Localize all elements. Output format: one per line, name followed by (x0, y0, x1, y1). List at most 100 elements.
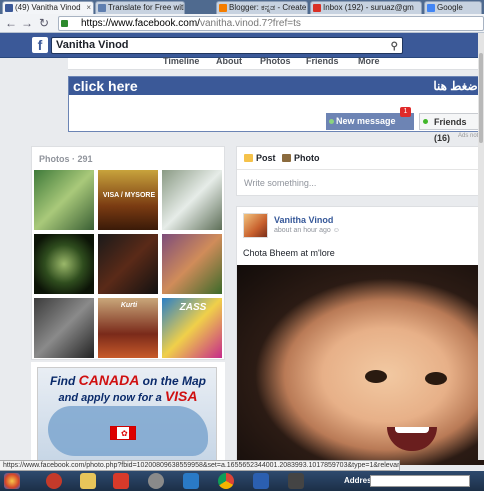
photos-panel: Photos · 291 VISA / MYSORE Kurti ZASS (31, 146, 225, 360)
post-author[interactable]: Vanitha Vinod (274, 215, 333, 225)
url-host: https://www.facebook.com/ (81, 18, 200, 29)
photos-count: · 291 (72, 154, 93, 164)
photo-thumbnail[interactable] (97, 233, 159, 295)
photos-app-icon[interactable] (183, 473, 199, 489)
tab-google[interactable]: Google (424, 1, 482, 14)
photo-detail (365, 370, 387, 383)
os-taskbar: Address (0, 471, 484, 491)
tab-blogger[interactable]: Blogger: ಕನ್ನಡ - Create (216, 1, 308, 14)
tab-label: Google (437, 3, 463, 12)
facebook-logo-icon[interactable]: f (32, 37, 48, 53)
nav-photos[interactable]: Photos (260, 56, 291, 66)
media-player-icon[interactable] (113, 473, 129, 489)
tab-label: (49) Vanitha Vinod (15, 3, 81, 12)
search-value: Vanitha Vinod (56, 39, 129, 51)
post-photo[interactable] (237, 265, 484, 465)
maple-leaf-icon: ✿ (121, 429, 128, 438)
online-dot-icon (329, 119, 334, 124)
friends-label: Friends (16) (434, 117, 467, 143)
avatar[interactable] (243, 213, 268, 238)
photo-caption: VISA / MYSORE (102, 192, 156, 199)
forward-arrow-icon[interactable]: → (20, 16, 34, 30)
photo-tab-label: Photo (294, 153, 320, 163)
ad-image[interactable]: Find CANADA on the Map and apply now for… (37, 367, 217, 462)
search-input[interactable]: Vanitha Vinod ⚲ (51, 37, 403, 54)
friends-button[interactable]: Friends (16) (419, 113, 484, 143)
status-input[interactable]: Write something... (244, 178, 316, 188)
close-icon[interactable]: × (86, 2, 91, 13)
post-composer: Post Photo Write something... (236, 146, 484, 196)
taskbar-address-input[interactable] (370, 475, 470, 487)
tab-label: Blogger: ಕನ್ನಡ - Create (229, 3, 307, 12)
canada-visa-ad[interactable]: Find CANADA on the Map and apply now for… (31, 362, 225, 462)
photo-thumbnail[interactable] (33, 169, 95, 231)
photo-thumbnail[interactable] (161, 233, 223, 295)
facebook-header: f Vanitha Vinod ⚲ (0, 33, 484, 58)
tab-translate[interactable]: Translate for Free with Ka (95, 1, 185, 14)
nav-more[interactable]: More (358, 56, 380, 66)
photo-thumbnail[interactable] (33, 297, 95, 359)
chrome-icon[interactable] (218, 473, 234, 489)
ad-line-2: and apply now for a VISA (58, 388, 198, 404)
start-button-icon[interactable] (4, 473, 20, 489)
facebook-favicon-icon (5, 4, 13, 12)
composer-tab-post[interactable]: Post (244, 153, 276, 163)
photo-thumbnail[interactable] (33, 233, 95, 295)
explorer-icon[interactable] (288, 473, 304, 489)
pencil-icon (244, 154, 253, 162)
lock-icon (61, 20, 68, 27)
nav-timeline[interactable]: Timeline (163, 56, 199, 66)
timeline-post: Vanitha Vinod about an hour ago ☺ Chota … (236, 206, 484, 465)
settings-app-icon[interactable] (148, 473, 164, 489)
gmail-favicon-icon (313, 4, 321, 12)
composer-tab-photo[interactable]: Photo (282, 153, 320, 163)
photo-thumbnail[interactable]: ZASS (161, 297, 223, 359)
profile-nav: Timeline About Photos Friends More (68, 56, 484, 70)
blogger-favicon-icon (219, 4, 227, 12)
post-time-text: about an hour ago (274, 227, 331, 234)
status-bar-url: https://www.facebook.com/photo.php?fbid=… (0, 460, 400, 471)
nav-about[interactable]: About (216, 56, 242, 66)
tab-facebook[interactable]: (49) Vanitha Vinod × (2, 1, 94, 14)
photos-header[interactable]: Photos · 291 (39, 154, 93, 164)
tab-label: Inbox (192) - suruaz@gm (323, 3, 414, 12)
ad-banner-header: click here اضغط هنا (69, 77, 483, 95)
browser-toolbar: ← → ↻ https://www.facebook.com/vanitha.v… (0, 14, 484, 33)
photo-detail (395, 427, 429, 433)
page-scrollbar[interactable] (478, 33, 484, 460)
back-arrow-icon[interactable]: ← (4, 16, 18, 30)
post-text: Chota Bheem at m'lore (243, 248, 335, 258)
tab-gmail[interactable]: Inbox (192) - suruaz@gm (310, 1, 422, 14)
arabic-click-text[interactable]: اضغط هنا (433, 79, 481, 93)
photo-caption: ZASS (179, 302, 207, 313)
url-path: vanitha.vinod.7?fref=ts (199, 18, 301, 29)
photo-detail (425, 372, 447, 385)
photo-thumbnail[interactable]: VISA / MYSORE (97, 169, 159, 231)
photos-title: Photos (39, 154, 70, 164)
online-dot-icon (423, 119, 428, 124)
word-icon[interactable] (253, 473, 269, 489)
address-bar[interactable]: https://www.facebook.com/vanitha.vinod.7… (58, 16, 484, 31)
composer-divider (237, 169, 483, 170)
folder-icon[interactable] (80, 473, 96, 489)
post-tab-label: Post (256, 153, 276, 163)
tab-label: Translate for Free with Ka (108, 3, 184, 12)
ad-line-1: Find CANADA on the Map (49, 372, 206, 388)
post-timestamp[interactable]: about an hour ago ☺ (274, 227, 340, 234)
scrollbar-thumb[interactable] (479, 53, 483, 143)
reload-icon[interactable]: ↻ (37, 16, 51, 30)
search-icon[interactable]: ⚲ (391, 39, 398, 54)
friends-audience-icon[interactable]: ☺ (333, 227, 340, 234)
camera-icon (282, 154, 291, 162)
media-app-icon[interactable] (46, 473, 62, 489)
photo-caption: Kurti (120, 302, 138, 309)
photo-thumbnail[interactable]: Kurti (97, 297, 159, 359)
click-here-text[interactable]: click here (73, 78, 138, 94)
new-message-label: New message (336, 116, 396, 126)
ad-banner[interactable]: click here اضغط هنا New message 1 Friend… (68, 76, 484, 143)
translate-favicon-icon (98, 4, 106, 12)
photo-thumbnail[interactable] (161, 169, 223, 231)
browser-tab-bar: (49) Vanitha Vinod × Translate for Free … (0, 0, 484, 14)
notification-badge: 1 (400, 107, 411, 117)
nav-friends[interactable]: Friends (306, 56, 339, 66)
